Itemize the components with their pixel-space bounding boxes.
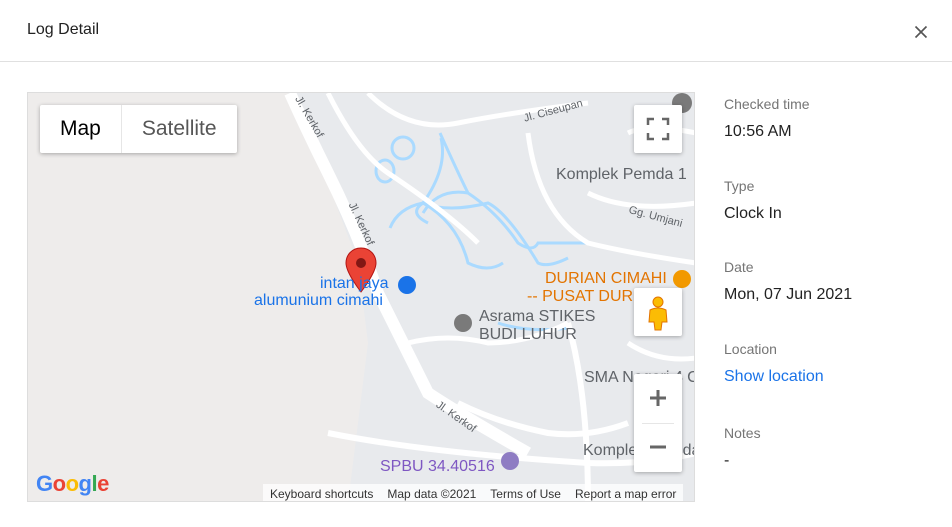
close-icon (914, 25, 928, 39)
map-type-satellite-button[interactable]: Satellite (122, 105, 237, 153)
field-value: 10:56 AM (724, 123, 792, 140)
field-label: Checked time (724, 96, 810, 112)
street-view-button[interactable] (634, 288, 682, 336)
field-checked-time: Checked time 10:56 AM (724, 96, 934, 141)
field-location: Location Show location (724, 341, 934, 386)
report-error-link[interactable]: Report a map error (575, 487, 676, 501)
map-type-map-button[interactable]: Map (40, 105, 122, 153)
terms-link[interactable]: Terms of Use (490, 487, 561, 501)
field-value: Mon, 07 Jun 2021 (724, 286, 853, 303)
dialog-title: Log Detail (27, 21, 100, 38)
zoom-control (634, 374, 682, 472)
field-notes: Notes - (724, 425, 934, 470)
map-label: SPBU 34.40516 (380, 458, 495, 475)
dialog-header: Log Detail (0, 0, 952, 62)
map-data-text: Map data ©2021 (387, 486, 477, 501)
field-value: Clock In (724, 205, 782, 222)
map-label: Asrama STIKES (479, 308, 596, 325)
plus-icon (650, 390, 666, 406)
map-type-toggle: Map Satellite (40, 105, 237, 153)
map-label: Komplek Pemda 1 (556, 166, 687, 183)
pegman-icon (648, 296, 668, 331)
zoom-out-button[interactable] (634, 423, 682, 472)
minus-icon (650, 445, 666, 449)
map-attribution: Keyboard shortcuts Map data ©2021 Terms … (263, 484, 684, 501)
fullscreen-button[interactable] (634, 105, 682, 153)
field-label: Type (724, 178, 755, 194)
zoom-in-button[interactable] (634, 374, 682, 423)
field-label: Notes (724, 425, 761, 441)
close-button[interactable] (910, 21, 932, 43)
show-location-link[interactable]: Show location (724, 368, 934, 386)
map-label: DURIAN CIMAHI (545, 270, 667, 287)
field-date: Date Mon, 07 Jun 2021 (724, 259, 934, 304)
map-label: alumunium cimahi (254, 292, 383, 309)
field-label: Location (724, 341, 777, 357)
field-value: - (724, 452, 730, 469)
map-label: BUDI LUHUR (479, 326, 577, 343)
fullscreen-icon (646, 117, 670, 141)
keyboard-shortcuts-link[interactable]: Keyboard shortcuts (270, 487, 373, 501)
field-type: Type Clock In (724, 178, 934, 223)
log-detail-dialog: Log Detail Jl. Kerkof Jl. Kerkof Jl. Ker… (0, 0, 952, 527)
google-logo: Google (36, 471, 109, 496)
map-view[interactable]: Jl. Kerkof Jl. Kerkof Jl. Kerkof Jl. Cis… (27, 92, 695, 502)
map-label: intan jaya (320, 275, 389, 292)
field-label: Date (724, 259, 754, 275)
